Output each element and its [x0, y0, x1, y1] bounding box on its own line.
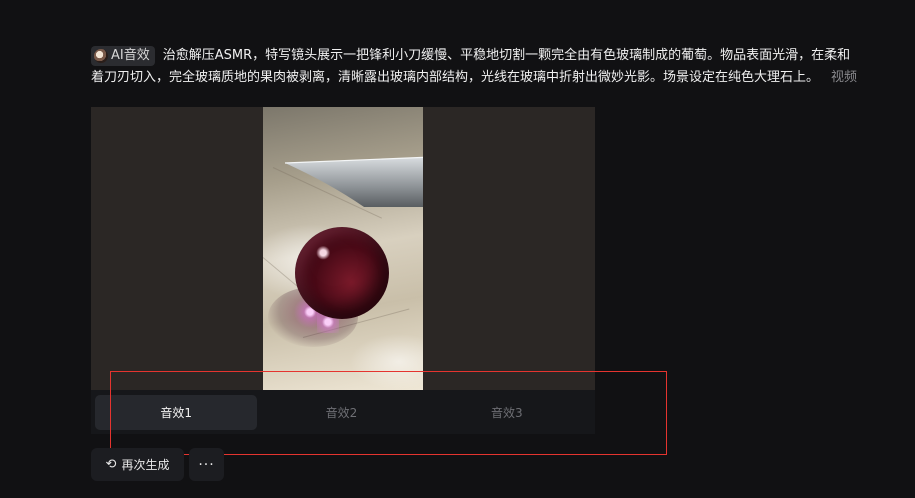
ellipsis-icon: ··· [198, 456, 215, 473]
ai-sound-tag-label: AI音效 [111, 48, 150, 63]
page: AI音效 治愈解压ASMR，特写镜头展示一把锋利小刀缓慢、平稳地切割一颗完全由有… [0, 0, 915, 498]
refresh-icon: ⟲ [105, 457, 117, 472]
avatar-icon [94, 49, 108, 63]
tab-sound-2[interactable]: 音效2 [260, 395, 422, 430]
knife-blade [284, 156, 423, 207]
video-card[interactable]: 音效1 音效2 音效3 [91, 107, 595, 434]
prompt-line-1-text: 治愈解压ASMR，特写镜头展示一把锋利小刀缓慢、平稳地切割一颗完全由有色玻璃制成… [162, 48, 851, 63]
prompt-line-2: 着刀刃切入，完全玻璃质地的果肉被剥离，清晰露出玻璃内部结构，光线在玻璃中折射出微… [91, 67, 915, 89]
prompt-line-2-text: 着刀刃切入，完全玻璃质地的果肉被剥离，清晰露出玻璃内部结构，光线在玻璃中折射出微… [91, 70, 820, 85]
video-thumbnail[interactable] [263, 107, 423, 390]
regenerate-label: 再次生成 [121, 458, 170, 472]
regenerate-button[interactable]: ⟲ 再次生成 [91, 448, 184, 481]
prompt-line-1: AI音效 治愈解压ASMR，特写镜头展示一把锋利小刀缓慢、平稳地切割一颗完全由有… [91, 45, 915, 67]
video-link[interactable]: 视频 [831, 70, 857, 85]
glass-grape [295, 227, 389, 319]
tab-sound-1[interactable]: 音效1 [95, 394, 258, 430]
sound-tab-bar: 音效1 音效2 音效3 [91, 390, 595, 434]
prompt-text: AI音效 治愈解压ASMR，特写镜头展示一把锋利小刀缓慢、平稳地切割一颗完全由有… [91, 45, 915, 89]
more-options-button[interactable]: ··· [189, 448, 224, 481]
tab-sound-3[interactable]: 音效3 [426, 395, 588, 430]
ai-sound-tag[interactable]: AI音效 [91, 46, 155, 66]
